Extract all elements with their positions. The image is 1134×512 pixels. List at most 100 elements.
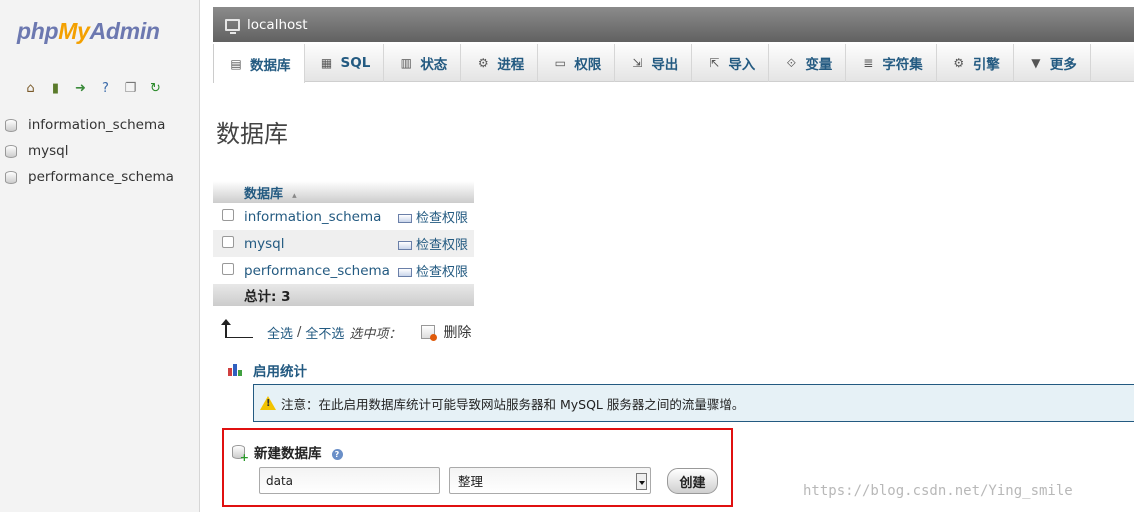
- database-icon: ▤: [230, 56, 242, 71]
- database-name-link[interactable]: performance_schema: [240, 257, 394, 284]
- table-row: mysql 检查权限: [213, 230, 474, 257]
- server-name[interactable]: localhost: [247, 17, 308, 33]
- docs-icon[interactable]: ?: [97, 80, 114, 97]
- warning-icon: [260, 396, 276, 410]
- total-count: 总计: 3: [240, 284, 394, 306]
- tree-item-information_schema[interactable]: information_schema: [5, 112, 174, 138]
- tree-item-label: information_schema: [28, 117, 166, 133]
- check-privileges-label: 检查权限: [415, 265, 468, 280]
- checkbox-column-header: [213, 181, 240, 203]
- tab-2[interactable]: ▥ 状态: [384, 44, 462, 82]
- database-name-link[interactable]: mysql: [240, 230, 394, 257]
- enable-statistics-label: 启用统计: [253, 364, 307, 380]
- create-database-form: 新建数据库 ? 整理 创建: [222, 428, 733, 507]
- row-checkbox[interactable]: [221, 235, 234, 248]
- tab-label: 导出: [651, 57, 679, 73]
- tab-7[interactable]: ⟐ 变量: [769, 44, 847, 82]
- privileges-icon: [397, 268, 412, 277]
- database-column-header[interactable]: 数据库: [240, 181, 394, 203]
- arrow-up-icon: [221, 319, 253, 338]
- table-row: performance_schema 检查权限: [213, 257, 474, 284]
- navigation-panel: phpMyAdmin ⌂ ▮ ➜? ❐ ↻ information_schemamysq…: [0, 0, 200, 512]
- delete-button[interactable]: 删除: [443, 322, 471, 342]
- tab-6[interactable]: ⇱ 导入: [692, 44, 770, 82]
- gear-icon: ⚙: [477, 56, 489, 70]
- charset-icon: ≣: [863, 56, 874, 70]
- reload-icon[interactable]: ↻: [147, 80, 164, 97]
- enable-statistics-link[interactable]: 启用统计: [228, 360, 307, 380]
- tree-item-mysql[interactable]: mysql: [5, 138, 174, 164]
- dropdown-arrow-icon[interactable]: [636, 473, 647, 490]
- database-name-link[interactable]: information_schema: [240, 203, 394, 230]
- create-button[interactable]: 创建: [667, 468, 718, 494]
- selection-bar: 全选 / 全不选 选中项： 删除: [221, 319, 471, 342]
- tab-3[interactable]: ⚙ 进程: [461, 44, 539, 82]
- tab-label: SQL: [340, 55, 371, 71]
- status-icon: ▥: [400, 56, 412, 70]
- row-checkbox[interactable]: [221, 208, 234, 221]
- tab-label: 导入: [728, 57, 756, 73]
- tab-label: 状态: [420, 57, 448, 73]
- logout-icon[interactable]: ▮: [47, 80, 64, 97]
- notice-box: 注意：在此启用数据库统计可能导致网站服务器和 MySQL 服务器之间的流量骤增。: [253, 384, 1134, 422]
- tree-item-label: mysql: [28, 143, 69, 159]
- tab-10[interactable]: ▼ 更多: [1014, 44, 1091, 82]
- export-icon: ⇲: [632, 56, 643, 70]
- help-icon[interactable]: ?: [331, 448, 343, 460]
- chevron-down-icon: ▼: [1031, 56, 1041, 70]
- check-privileges-link[interactable]: 检查权限: [394, 203, 474, 230]
- row-checkbox[interactable]: [221, 262, 234, 275]
- create-database-heading: 新建数据库 ?: [232, 442, 343, 464]
- with-selected-label: 选中项：: [349, 326, 402, 342]
- privileges-icon: [397, 214, 412, 223]
- tab-9[interactable]: ⚙ 引擎: [937, 44, 1014, 82]
- check-privileges-label: 检查权限: [415, 211, 468, 226]
- sql-icon: ▦: [320, 56, 333, 70]
- database-name-input[interactable]: [259, 467, 440, 494]
- uncheck-all-link[interactable]: 全不选: [305, 323, 344, 342]
- database-icon: [5, 144, 17, 158]
- delete-icon[interactable]: [421, 325, 438, 341]
- tab-8[interactable]: ≣ 字符集: [846, 44, 937, 82]
- tab-label: 字符集: [882, 57, 923, 73]
- home-icon[interactable]: ⌂: [22, 80, 39, 97]
- nav-icon-bar: ⌂ ▮ ➜? ❐ ↻: [22, 80, 164, 97]
- check-privileges-link[interactable]: 检查权限: [394, 257, 474, 284]
- privileges-icon: ▭: [554, 56, 566, 70]
- phpmyadmin-logo[interactable]: phpMyAdmin: [17, 18, 160, 45]
- check-all-link[interactable]: 全选: [267, 323, 293, 342]
- variables-icon: ⟐: [786, 55, 797, 70]
- tab-label: 数据库: [250, 57, 291, 74]
- privileges-column-header: [393, 181, 474, 203]
- tab-5[interactable]: ⇲ 导出: [615, 44, 693, 82]
- check-privileges-link[interactable]: 检查权限: [393, 230, 474, 257]
- page-title: 数据库: [216, 120, 288, 148]
- collation-value: 整理: [458, 474, 484, 489]
- notice-text: 注意：在此启用数据库统计可能导致网站服务器和 MySQL 服务器之间的流量骤增。: [281, 396, 745, 412]
- tree-item-label: performance_schema: [28, 169, 174, 185]
- check-privileges-label: 检查权限: [415, 238, 468, 253]
- collation-select[interactable]: 整理: [449, 467, 651, 494]
- tab-4[interactable]: ▭ 权限: [538, 44, 616, 82]
- tab-label: 进程: [497, 57, 525, 73]
- privileges-icon: [397, 241, 412, 250]
- database-tree: information_schemamysql performance_schem…: [5, 112, 174, 190]
- tab-0[interactable]: ▤ 数据库: [213, 44, 305, 83]
- total-row: 总计: 3: [213, 284, 474, 306]
- new-database-icon: [232, 445, 249, 464]
- tab-label: 变量: [805, 57, 833, 73]
- separator: /: [297, 324, 302, 340]
- engine-icon: ⚙: [953, 56, 965, 70]
- query-icon[interactable]: ➜: [72, 80, 89, 97]
- import-icon: ⇱: [709, 56, 720, 70]
- database-icon: [5, 118, 17, 132]
- database-icon: [5, 170, 17, 184]
- server-breadcrumb: localhost: [213, 7, 1134, 42]
- copy-icon[interactable]: ❐: [122, 80, 139, 97]
- tab-1[interactable]: ▦ SQL: [305, 44, 385, 82]
- tree-item-performance_schema[interactable]: performance_schema: [5, 164, 174, 190]
- tab-label: 权限: [574, 57, 602, 73]
- statistics-icon: [228, 364, 244, 376]
- watermark-text: https://blog.csdn.net/Ying_smile: [803, 483, 1073, 499]
- top-menu-tabs: ▤ 数据库 ▦ SQL ▥ 状态 ⚙ 进程 ▭ 权限 ⇲ 导出 ⇱ 导入 ⟐ 变量 ≣ 字符集 ⚙ 引擎 ▼ 更多: [213, 44, 1134, 83]
